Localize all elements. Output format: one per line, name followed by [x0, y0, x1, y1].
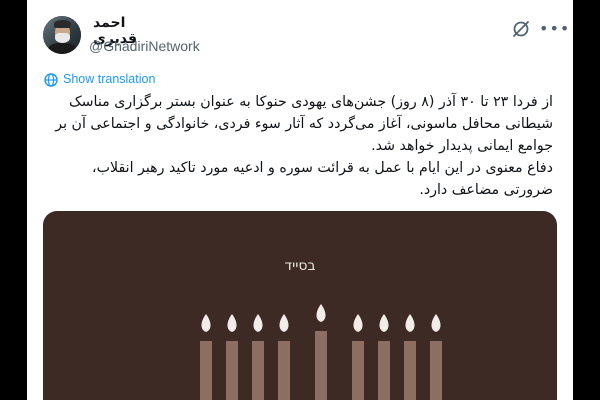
candle-flame [253, 314, 263, 332]
candle-flame [405, 314, 415, 332]
show-translation-label[interactable]: Show translation [63, 72, 155, 86]
candle [352, 341, 364, 400]
candle-flame [316, 304, 326, 322]
more-options-icon[interactable]: ••• [539, 18, 569, 40]
candle [200, 341, 212, 400]
globe-translate-icon [44, 73, 58, 87]
tweet-card: احمد قدیری @GhadiriNetwork ••• Show tran… [27, 0, 573, 400]
tweet-text: از فردا ۲۳ تا ۳۰ آذر (۸ روز) جشن‌های یهو… [41, 91, 553, 201]
candle-flame [353, 314, 363, 332]
tweet-media-image[interactable]: בסייד [43, 211, 557, 400]
tweet-paragraph: دفاع معنوی در این ایام با عمل به قرائت س… [92, 160, 553, 198]
candle [404, 341, 416, 400]
candle-flame [227, 314, 237, 332]
candle-flame [279, 314, 289, 332]
candle [315, 331, 327, 400]
candle [252, 341, 264, 400]
candle [378, 341, 390, 400]
menorah-illustration [200, 304, 442, 400]
tweet-paragraph: از فردا ۲۳ تا ۳۰ آذر (۸ روز) جشن‌های یهو… [55, 94, 553, 154]
candle-flame [379, 314, 389, 332]
candle-flame [431, 314, 441, 332]
candle [430, 341, 442, 400]
author-handle[interactable]: @GhadiriNetwork [89, 38, 200, 54]
candle-flame [201, 314, 211, 332]
grok-icon[interactable] [510, 18, 532, 40]
candle [278, 341, 290, 400]
author-avatar[interactable] [43, 16, 81, 54]
candle [226, 341, 238, 400]
